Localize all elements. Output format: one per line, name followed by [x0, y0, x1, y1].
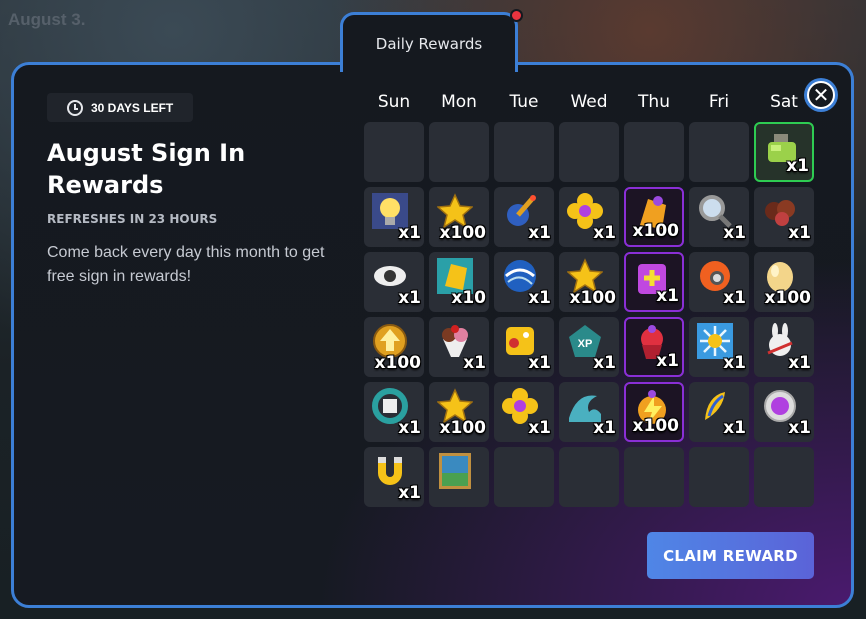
tab-joint	[343, 60, 515, 66]
reward-cell[interactable]: x1	[624, 252, 684, 312]
weekday-header: Tue	[509, 92, 539, 112]
weekday-header: Thu	[638, 92, 670, 112]
reward-quantity: x1	[723, 418, 746, 438]
reward-quantity: x1	[656, 351, 679, 371]
description: Come back every day this month to get fr…	[47, 244, 325, 285]
reward-quantity: x1	[656, 286, 679, 306]
reward-cell[interactable]: x100	[429, 187, 489, 247]
reward-quantity: x100	[439, 418, 486, 438]
reward-quantity: x1	[723, 223, 746, 243]
reward-quantity: x100	[374, 353, 421, 373]
empty-cell	[624, 447, 684, 507]
reward-cell[interactable]: x1	[689, 382, 749, 442]
reward-cell[interactable]: x1	[364, 382, 424, 442]
reward-cell[interactable]: x1	[494, 317, 554, 377]
weekday-header: Fri	[708, 92, 730, 112]
empty-cell	[364, 122, 424, 182]
reward-quantity: x1	[398, 223, 421, 243]
reward-cell[interactable]: x1	[559, 382, 619, 442]
reward-cell[interactable]: x100	[624, 187, 684, 247]
reward-cell[interactable]: x1	[494, 187, 554, 247]
reward-cell[interactable]: x1	[689, 187, 749, 247]
reward-cell[interactable]: x100	[429, 382, 489, 442]
reward-quantity: x1	[398, 418, 421, 438]
reward-quantity: x1	[593, 418, 616, 438]
reward-cell[interactable]: x1	[689, 252, 749, 312]
reward-cell[interactable]: x1	[689, 317, 749, 377]
empty-cell	[559, 122, 619, 182]
close-button[interactable]: ✕	[807, 81, 835, 109]
reward-cell[interactable]: XP x1	[559, 317, 619, 377]
notification-dot	[510, 9, 523, 22]
weekday-header: Mon	[441, 92, 477, 112]
empty-cell	[494, 447, 554, 507]
days-left-badge: 30 DAYS LEFT	[47, 93, 193, 122]
reward-quantity: x1	[723, 353, 746, 373]
reward-quantity: x1	[788, 353, 811, 373]
reward-quantity: x1	[593, 353, 616, 373]
reward-quantity: x1	[398, 483, 421, 503]
tab-label: Daily Rewards	[375, 35, 483, 53]
page-title: August Sign In Rewards	[47, 139, 246, 199]
reward-quantity: x100	[439, 223, 486, 243]
reward-cell[interactable]: x1	[559, 187, 619, 247]
reward-cell-today[interactable]: x1	[754, 122, 814, 182]
reward-quantity: x100	[632, 416, 679, 436]
empty-cell	[429, 122, 489, 182]
empty-cell	[624, 122, 684, 182]
reward-cell[interactable]: x1	[364, 447, 424, 507]
reward-cell[interactable]	[429, 447, 489, 507]
painting-icon	[439, 453, 471, 489]
reward-quantity: x1	[723, 288, 746, 308]
weekday-header: Sat	[770, 92, 798, 112]
reward-cell[interactable]: x10	[429, 252, 489, 312]
empty-cell	[689, 122, 749, 182]
reward-cell[interactable]: x1	[364, 187, 424, 247]
reward-cell[interactable]: x1	[624, 317, 684, 377]
reward-cell[interactable]: x1	[754, 187, 814, 247]
reward-cell[interactable]: x1	[429, 317, 489, 377]
reward-quantity: x1	[463, 353, 486, 373]
clock-icon	[67, 99, 83, 116]
reward-quantity: x1	[398, 288, 421, 308]
empty-cell	[494, 122, 554, 182]
reward-cell[interactable]: x100	[624, 382, 684, 442]
claim-reward-button[interactable]: CLAIM REWARD	[647, 532, 814, 579]
reward-quantity: x100	[569, 288, 616, 308]
reward-quantity: x1	[528, 288, 551, 308]
reward-quantity: x1	[528, 353, 551, 373]
reward-cell[interactable]: x100	[754, 252, 814, 312]
background-label: August 3.	[8, 10, 86, 29]
reward-quantity: x1	[593, 223, 616, 243]
reward-quantity: x1	[786, 156, 809, 176]
reward-cell[interactable]: x1	[494, 382, 554, 442]
reward-quantity: x1	[788, 223, 811, 243]
weekday-header: Wed	[570, 92, 608, 112]
empty-cell	[559, 447, 619, 507]
reward-cell[interactable]: x1	[754, 382, 814, 442]
empty-cell	[689, 447, 749, 507]
svg-text:XP: XP	[578, 338, 593, 350]
reward-quantity: x1	[528, 418, 551, 438]
reward-quantity: x1	[528, 223, 551, 243]
reward-cell[interactable]: x100	[364, 317, 424, 377]
reward-quantity: x100	[632, 221, 679, 241]
reward-quantity: x1	[788, 418, 811, 438]
empty-cell	[754, 447, 814, 507]
reward-cell[interactable]: x1	[754, 317, 814, 377]
reward-cell[interactable]: x1	[494, 252, 554, 312]
reward-quantity: x10	[451, 288, 486, 308]
weekday-header: Sun	[377, 92, 411, 112]
refresh-timer: REFRESHES IN 23 HOURS	[47, 212, 218, 226]
reward-quantity: x100	[764, 288, 811, 308]
reward-cell[interactable]: x1	[364, 252, 424, 312]
reward-cell[interactable]: x100	[559, 252, 619, 312]
days-left-text: 30 DAYS LEFT	[91, 100, 174, 115]
